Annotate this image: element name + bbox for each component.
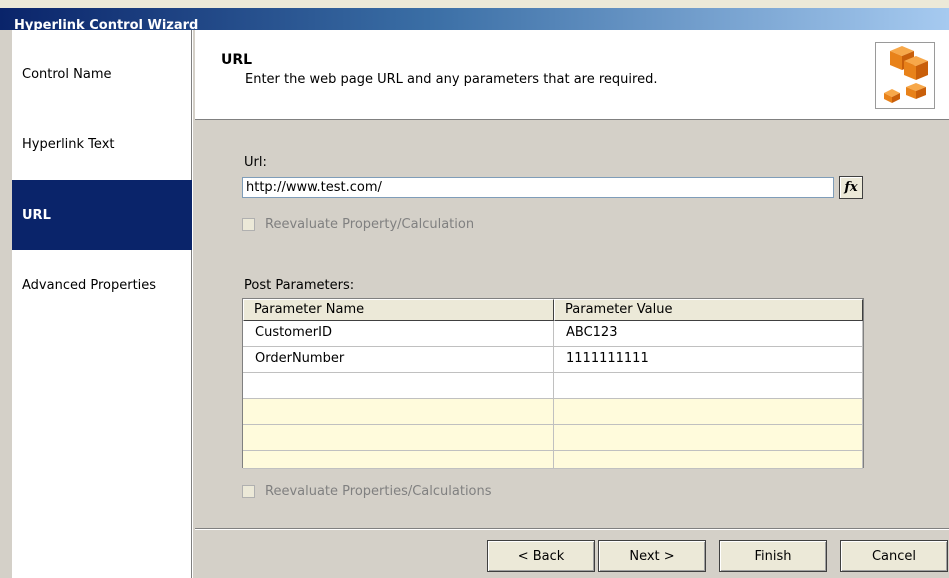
back-button[interactable]: < Back	[487, 540, 595, 572]
empty-cell	[554, 399, 863, 425]
reevaluate-property-checkbox[interactable]	[242, 218, 255, 231]
sidebar-item-label: Advanced Properties	[22, 277, 157, 293]
url-step-panel: Url: http://www.test.com/ fx Reevaluate …	[195, 120, 949, 528]
reevaluate-properties-checkbox-row[interactable]: Reevaluate Properties/Calculations	[242, 484, 492, 499]
parameter-value-cell[interactable]: ABC123	[554, 321, 863, 347]
sidebar-item-label: Hyperlink Text	[22, 136, 115, 152]
wizard-button-bar: < Back Next > Finish Cancel	[195, 530, 949, 578]
orange-cubes-icon	[875, 42, 935, 109]
window-title: Hyperlink Control Wizard	[0, 0, 949, 33]
parameter-value-cell[interactable]	[554, 373, 863, 399]
reevaluate-properties-label: Reevaluate Properties/Calculations	[265, 484, 492, 499]
reevaluate-properties-checkbox[interactable]	[242, 485, 255, 498]
post-parameters-label: Post Parameters:	[244, 278, 355, 293]
url-label: Url:	[244, 155, 267, 170]
empty-cell	[554, 425, 863, 451]
empty-row	[243, 425, 863, 451]
new-row[interactable]	[243, 373, 863, 399]
sidebar-item-advanced-properties[interactable]: Advanced Properties	[12, 250, 192, 320]
parameter-name-cell[interactable]: OrderNumber	[243, 347, 554, 373]
url-input[interactable]: http://www.test.com/	[242, 177, 834, 198]
parameter-name-cell[interactable]	[243, 373, 554, 399]
sidebar-item-label: Control Name	[22, 66, 112, 82]
empty-row	[243, 399, 863, 425]
empty-row	[243, 451, 863, 469]
sidebar-item-label: URL	[22, 207, 51, 223]
column-header-parameter-name[interactable]: Parameter Name	[243, 299, 554, 321]
reevaluate-property-checkbox-row[interactable]: Reevaluate Property/Calculation	[242, 217, 474, 232]
post-parameters-grid[interactable]: Parameter Name Parameter Value CustomerI…	[242, 298, 864, 469]
cancel-button[interactable]: Cancel	[840, 540, 948, 572]
empty-cell	[243, 399, 554, 425]
table-row[interactable]: OrderNumber 1111111111	[243, 347, 863, 373]
parameter-value-cell[interactable]: 1111111111	[554, 347, 863, 373]
empty-cell	[554, 451, 863, 469]
table-row[interactable]: CustomerID ABC123	[243, 321, 863, 347]
sidebar-item-url[interactable]: URL	[12, 180, 192, 250]
sidebar-item-hyperlink-text[interactable]: Hyperlink Text	[12, 109, 192, 179]
empty-cell	[243, 425, 554, 451]
formula-fx-button[interactable]: fx	[839, 176, 863, 199]
empty-cell	[243, 451, 554, 469]
next-button[interactable]: Next >	[598, 540, 706, 572]
fx-icon: fx	[844, 180, 858, 195]
wizard-steps-sidebar: Control Name Hyperlink Text URL Advanced…	[0, 30, 192, 578]
finish-button[interactable]: Finish	[719, 540, 827, 572]
grid-header: Parameter Name Parameter Value	[243, 299, 863, 321]
step-title: URL	[221, 52, 253, 68]
column-header-parameter-value[interactable]: Parameter Value	[554, 299, 863, 321]
sidebar-item-control-name[interactable]: Control Name	[12, 39, 192, 109]
parameter-name-cell[interactable]: CustomerID	[243, 321, 554, 347]
reevaluate-property-label: Reevaluate Property/Calculation	[265, 217, 475, 232]
step-description: Enter the web page URL and any parameter…	[245, 72, 658, 87]
step-header: URL Enter the web page URL and any param…	[195, 30, 949, 120]
